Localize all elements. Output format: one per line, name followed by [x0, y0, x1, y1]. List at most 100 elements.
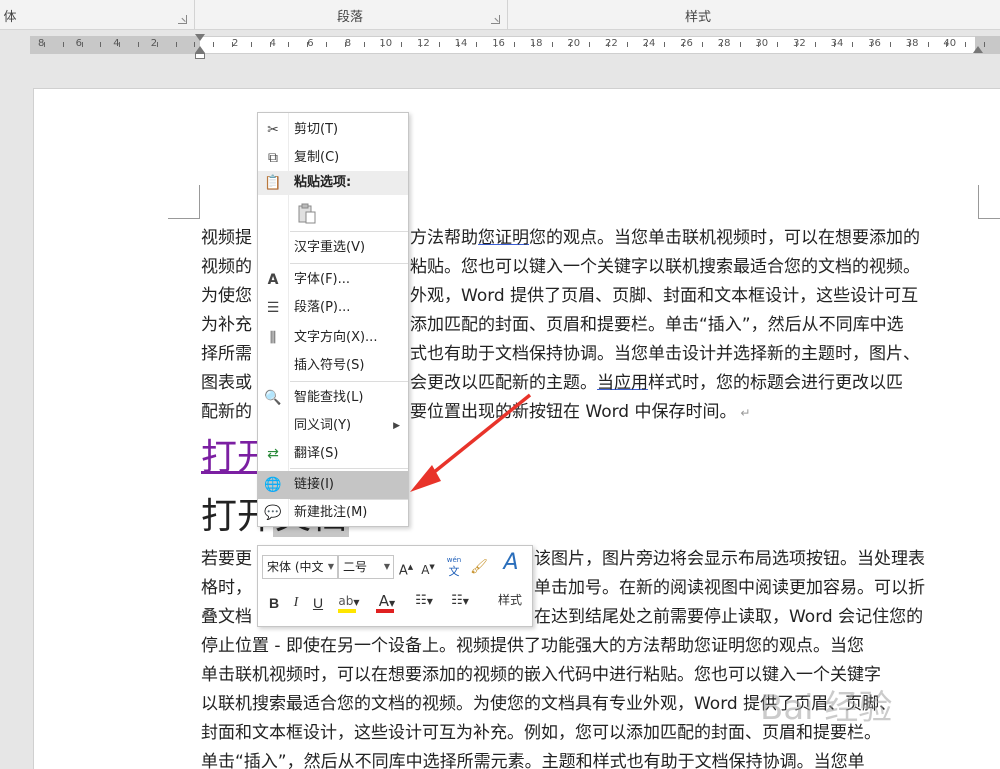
text-run: 停止位置 - 即使在另一个设备上。视频提供了功能强大的方法帮助您证明您的观点。当… [201, 636, 864, 656]
paragraph-1-line-right[interactable]: 外观，Word 提供了页眉、页脚、封面和文本框设计，这些设计可互 [410, 282, 980, 311]
ruler-tick [720, 42, 722, 47]
font-color-swatch [376, 609, 394, 613]
grow-font-icon: A [398, 563, 408, 579]
text-run: 要位置出现的新按钮在 Word 中保存时间。 [410, 402, 737, 422]
ruler-tick [401, 42, 403, 47]
paragraph-1-line-right[interactable]: 粘贴。您也可以键入一个关键字以联机搜索最适合您的文档的视频。 [410, 253, 980, 282]
menu-item-new-comment[interactable]: 💬 新建批注(M) [258, 499, 408, 527]
menu-item-label: 插入符号(S) [294, 358, 365, 373]
menu-item-label: 新建批注(M) [294, 505, 368, 520]
menu-item-reconvert[interactable]: 汉字重选(V) [258, 234, 408, 262]
menu-item-insert-symbol[interactable]: 插入符号(S) [258, 352, 408, 380]
paragraph-1-line-left[interactable]: 视频的 [201, 253, 259, 282]
text-run: 叠文档 [201, 607, 252, 627]
menu-item-label: 翻译(S) [294, 446, 339, 461]
paragraph-1-line-right[interactable]: 式也有助于文档保持协调。当您单击设计并选择新的主题时，图片、 [410, 340, 980, 369]
paragraph-1-line-right[interactable]: 会更改以匹配新的主题。当应用样式时，您的标题会进行更改以匹 [410, 369, 980, 398]
font-dialog-launcher-icon[interactable] [178, 15, 187, 24]
menu-item-paragraph[interactable]: ☰ 段落(P)... [258, 294, 408, 322]
menu-item-label: 粘贴选项: [294, 175, 352, 190]
ruler-tick [100, 42, 102, 47]
horizontal-ruler[interactable]: 8 6 4 2 2 4 6 8 10 12 14 16 18 20 22 24 26 28 30 32 34 36 38 40 [0, 30, 1000, 60]
left-indent-marker[interactable] [195, 53, 205, 59]
ruler-tick [288, 42, 290, 47]
numbered-list-icon: ☷ [451, 593, 463, 608]
phonetic-guide-char: 文 [448, 565, 460, 578]
paste-keep-text-icon[interactable] [296, 202, 318, 226]
bold-button[interactable]: B [266, 592, 282, 614]
grow-font-button[interactable]: A▲ [398, 556, 414, 578]
shrink-font-button[interactable]: A▼ [420, 556, 436, 578]
paragraph-2-line-right[interactable]: 单击加号。在新的阅读视图中阅读更加容易。可以折 [534, 574, 979, 603]
paragraph-1-line-left[interactable]: 择所需 [201, 340, 259, 369]
paragraph-2-line[interactable]: 停止位置 - 即使在另一个设备上。视频提供了功能强大的方法帮助您证明您的观点。当… [201, 632, 979, 661]
hanging-indent-marker[interactable] [195, 46, 205, 53]
paragraph-2-line-right[interactable]: 该图片，图片旁边将会显示布局选项按钮。当处理表 [534, 545, 979, 574]
text-run: 该图片，图片旁边将会显示布局选项按钮。当处理表 [534, 549, 925, 569]
paragraph-1-line-left[interactable]: 为补充 [201, 311, 259, 340]
font-icon: A [267, 272, 279, 288]
ruler-tick [81, 42, 83, 47]
bullets-button[interactable]: ☷▼ [408, 590, 440, 612]
text-run: 为补充 [201, 315, 252, 335]
first-line-indent-marker[interactable] [195, 34, 205, 41]
crop-mark [199, 185, 200, 219]
paragraph-2-line[interactable]: 单击“插入”，然后从不同库中选择所需元素。主题和样式也有助于文档保持协调。当您单 [201, 748, 979, 769]
menu-item-label: 段落(P)... [294, 300, 351, 315]
text-run: 方法帮助 [410, 228, 478, 248]
right-indent-marker[interactable] [973, 46, 983, 53]
menu-item-label: 链接(I) [294, 477, 334, 492]
paragraph-1-line-left[interactable]: 图表或 [201, 369, 259, 398]
ruler-number: 38 [905, 38, 919, 49]
text-run: 粘贴。您也可以键入一个关键字以联机搜索最适合您的文档的视频。 [410, 257, 920, 277]
menu-item-cut[interactable]: ✂ 剪切(T) [258, 116, 408, 144]
paragraph-1-line-right[interactable]: 要位置出现的新按钮在 Word 中保存时间。 ↵ [410, 398, 980, 428]
menu-item-copy[interactable]: ⧉ 复制(C) [258, 144, 408, 172]
menu-item-text-direction[interactable]: ⫼ 文字方向(X)... [258, 324, 408, 352]
underline-button[interactable]: U [310, 592, 326, 614]
ruler-tick [890, 42, 891, 47]
ruler-tick [871, 42, 873, 47]
text-direction-icon: ⫼ [269, 330, 277, 346]
paragraph-1-line-right[interactable]: 添加匹配的封面、页眉和提要栏。单击“插入”，然后从不同库中选 [410, 311, 980, 340]
paragraph-1-line-left[interactable]: 配新的 [201, 398, 259, 427]
ruler-tick [777, 42, 779, 47]
menu-item-link[interactable]: 🌐 链接(I) [258, 471, 408, 499]
ruler-tick [44, 42, 45, 47]
text-run: 会更改以匹配新的主题。 [410, 373, 597, 393]
font-name-select[interactable]: 宋体 (中文 ▼ [262, 555, 338, 579]
ruler-tick [551, 42, 553, 47]
text-run: 格时， [201, 578, 252, 598]
menu-item-label: 剪切(T) [294, 122, 339, 137]
numbering-button[interactable]: ☷▼ [444, 590, 476, 612]
ruler-tick [758, 42, 760, 47]
paragraph-2-line-left[interactable]: 叠文档 [201, 603, 257, 632]
menu-item-font[interactable]: A 字体(F)... [258, 266, 408, 294]
paragraph-1-line-left[interactable]: 为使您 [201, 282, 259, 311]
paragraph-dialog-launcher-icon[interactable] [491, 15, 500, 24]
ruler-tick [532, 42, 534, 47]
paragraph-2-line-right[interactable]: 在达到结尾处之前需要停止读取，Word 会记住您的 [534, 603, 979, 632]
text-run: 视频的 [201, 257, 252, 277]
ruler-tick [476, 42, 478, 47]
phonetic-guide-button[interactable]: wén 文 [444, 554, 464, 578]
menu-item-translate[interactable]: ⇄ 翻译(S) [258, 440, 408, 468]
paragraph-1-line-left[interactable]: 视频提 [201, 224, 259, 253]
format-painter-icon[interactable]: 🖌 [470, 556, 488, 578]
font-color-button[interactable]: A▼ [372, 590, 402, 613]
font-size-select[interactable]: 二号 ▼ [338, 555, 394, 579]
menu-item-smart-lookup[interactable]: 🔍 智能查找(L) [258, 384, 408, 412]
italic-button[interactable]: I [288, 592, 304, 614]
ruler-number: 20 [567, 38, 581, 49]
paragraph-1-line-right[interactable]: 方法帮助您证明您的观点。当您单击联机视频时，可以在想要添加的 [410, 224, 980, 253]
paragraph-2-line-left[interactable]: 若要更 [201, 545, 257, 574]
context-menu[interactable]: ✂ 剪切(T) ⧉ 复制(C) 📋 粘贴选项: 汉字重选(V) A 字体(F).… [257, 112, 409, 527]
paragraph-2-line-left[interactable]: 格时， [201, 574, 257, 603]
highlight-color-button[interactable]: ab▼ [334, 590, 364, 613]
ruler-number: 36 [868, 38, 881, 49]
ruler-number: 34 [830, 38, 844, 49]
bullet-list-icon: ☷ [415, 593, 427, 608]
styles-icon[interactable]: A [496, 552, 526, 574]
mini-toolbar[interactable]: 宋体 (中文 ▼ 二号 ▼ A▲ A▼ wén 文 🖌 A B I U ab▼ A… [257, 545, 533, 627]
menu-item-synonyms[interactable]: 同义词(Y) ▶ [258, 412, 408, 440]
